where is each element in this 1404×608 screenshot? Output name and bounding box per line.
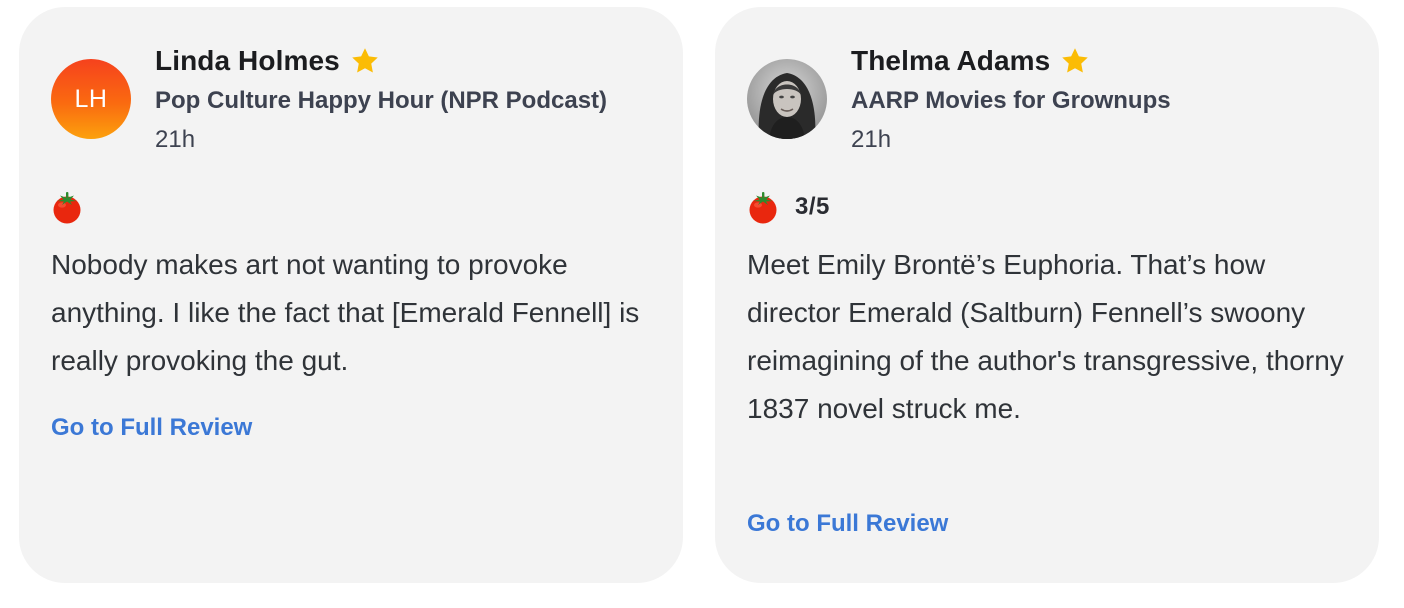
star-icon bbox=[1060, 46, 1090, 76]
score-row: 3/5 bbox=[747, 190, 830, 224]
review-score: 3/5 bbox=[795, 193, 830, 220]
star-icon bbox=[350, 46, 380, 76]
critic-photo bbox=[747, 59, 827, 139]
publication-name[interactable]: Pop Culture Happy Hour (NPR Podcast) bbox=[155, 87, 607, 115]
publication-name[interactable]: AARP Movies for Grownups bbox=[851, 87, 1171, 115]
review-timestamp: 21h bbox=[851, 126, 892, 153]
review-card: Thelma Adams AARP Movies for Grownups 21… bbox=[715, 7, 1379, 583]
critic-name-row: Thelma Adams bbox=[851, 43, 1090, 79]
score-row bbox=[51, 190, 99, 224]
review-quote: Meet Emily Brontë’s Euphoria. That’s how… bbox=[747, 249, 1344, 424]
critic-name[interactable]: Thelma Adams bbox=[851, 45, 1050, 77]
full-review-link[interactable]: Go to Full Review bbox=[747, 510, 948, 538]
review-card: LH Linda Holmes Pop Culture Happy Hour (… bbox=[19, 7, 683, 583]
review-quote: Nobody makes art not wanting to provoke … bbox=[51, 249, 640, 376]
critic-name-row: Linda Holmes bbox=[155, 43, 380, 79]
avatar-initials: LH bbox=[74, 84, 108, 113]
tomato-icon bbox=[51, 190, 83, 224]
review-timestamp: 21h bbox=[155, 126, 196, 153]
full-review-link[interactable]: Go to Full Review bbox=[51, 414, 252, 442]
critic-avatar[interactable] bbox=[747, 59, 827, 139]
critic-avatar[interactable]: LH bbox=[51, 59, 131, 139]
tomato-icon bbox=[747, 190, 779, 224]
critic-name[interactable]: Linda Holmes bbox=[155, 45, 340, 77]
